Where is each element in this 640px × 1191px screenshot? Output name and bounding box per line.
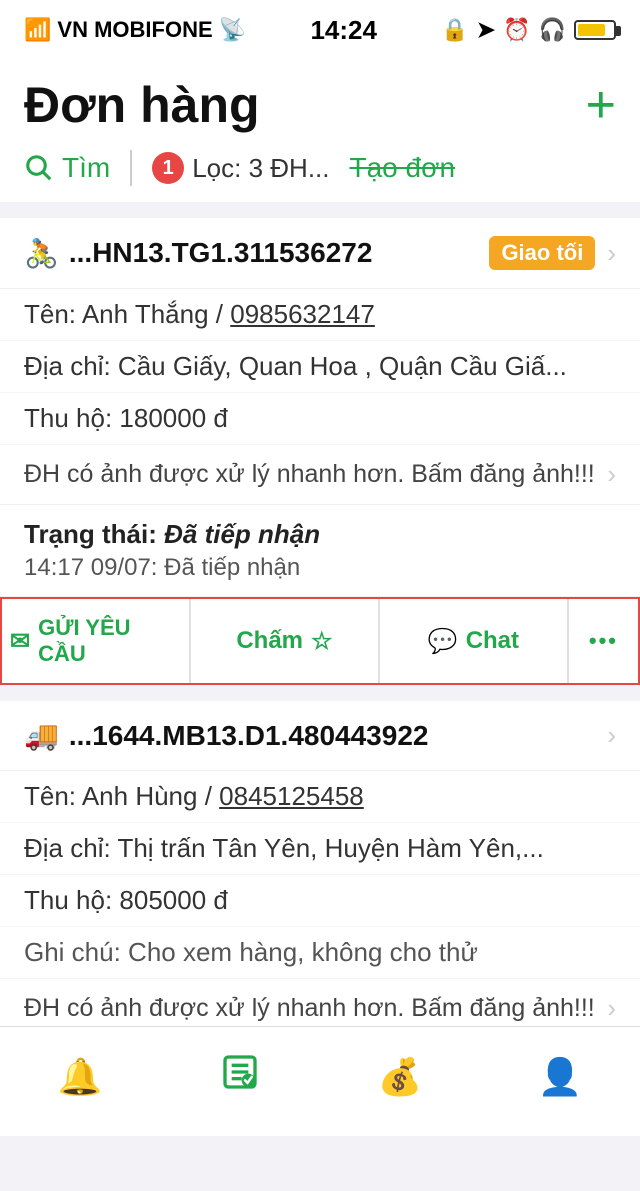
order-1-id: ...HN13.TG1.311536272	[69, 237, 490, 269]
tab-profile[interactable]: 👤	[480, 1056, 640, 1108]
tab-bar: 🔔 💰 👤	[0, 1026, 640, 1136]
more-dots-label: •••	[589, 628, 618, 654]
order-2-address: Địa chỉ: Thị trấn Tân Yên, Huyện Hàm Yên…	[0, 823, 640, 875]
header-divider	[130, 150, 132, 186]
money-icon: 💰	[378, 1056, 423, 1098]
carrier-info: 📶 VN MOBIFONE 📡	[24, 17, 246, 43]
search-button[interactable]: Tìm	[24, 152, 110, 184]
person-icon: 👤	[538, 1056, 583, 1098]
more-button[interactable]: •••	[568, 599, 638, 683]
filter-label: Lọc: 3 ĐH...	[192, 153, 329, 184]
order-card-2: 🚚 ...1644.MB13.D1.480443922 › Tên: Anh H…	[0, 701, 640, 1039]
order-1-vehicle-icon: 🚴	[24, 237, 59, 270]
order-2-note: Ghi chú: Cho xem hàng, không cho thử	[0, 927, 640, 979]
orders-list: 🚴 ...HN13.TG1.311536272 Giao tối › Tên: …	[0, 202, 640, 1071]
order-1-chevron-icon: ›	[607, 238, 616, 269]
tab-notifications[interactable]: 🔔	[0, 1056, 160, 1108]
page-title: Đơn hàng	[24, 76, 260, 134]
order-2-vehicle-icon: 🚚	[24, 719, 59, 752]
chat-label: Chat	[466, 627, 519, 655]
time-display: 14:24	[310, 15, 377, 46]
chat-button[interactable]: 💬 Chat	[379, 599, 568, 683]
orders-icon	[220, 1052, 260, 1101]
signal-icon: 📶	[24, 17, 51, 43]
status-icons: 🔒 ➤ ⏰ 🎧	[441, 17, 616, 43]
order-1-action-bar: ✉ GỬI YÊU CẦU Chấm ☆ 💬 Chat •••	[0, 597, 640, 685]
carrier-name: VN MOBIFONE	[57, 17, 212, 43]
filter-button[interactable]: 1 Lọc: 3 ĐH...	[152, 152, 329, 184]
alarm-icon: ⏰	[503, 17, 530, 43]
image-prompt-chevron-icon: ›	[607, 459, 616, 490]
order-1-header[interactable]: 🚴 ...HN13.TG1.311536272 Giao tối ›	[0, 218, 640, 289]
envelope-icon: ✉	[10, 627, 30, 656]
search-label: Tìm	[62, 152, 110, 184]
star-icon: ☆	[311, 627, 333, 656]
tab-orders[interactable]	[160, 1052, 320, 1111]
chat-icon: 💬	[428, 627, 458, 656]
send-request-label: GỬI YÊU CẦU	[38, 615, 181, 667]
order-1-image-prompt[interactable]: ĐH có ảnh được xử lý nhanh hơn. Bấm đăng…	[0, 445, 640, 505]
cham-label: Chấm	[236, 627, 303, 655]
wifi-icon: 📡	[219, 17, 246, 43]
search-icon	[24, 153, 54, 183]
headphone-icon: 🎧	[539, 17, 566, 43]
order-2-collection: Thu hộ: 805000 đ	[0, 875, 640, 927]
order-1-status-badge: Giao tối	[489, 236, 595, 270]
order-card-1: 🚴 ...HN13.TG1.311536272 Giao tối › Tên: …	[0, 218, 640, 685]
order-2-phone[interactable]: 0845125458	[219, 781, 364, 811]
order-1-status-section: Trạng thái: Đã tiếp nhận 14:17 09/07: Đã…	[0, 505, 640, 597]
order-1-collection: Thu hộ: 180000 đ	[0, 393, 640, 445]
tab-finance[interactable]: 💰	[320, 1056, 480, 1108]
order-1-address: Địa chỉ: Cầu Giấy, Quan Hoa , Quận Cầu G…	[0, 341, 640, 393]
status-bar: 📶 VN MOBIFONE 📡 14:24 🔒 ➤ ⏰ 🎧	[0, 0, 640, 60]
order-1-name-phone: Tên: Anh Thắng / 0985632147	[0, 289, 640, 341]
order-2-chevron-icon: ›	[607, 720, 616, 751]
bell-icon: 🔔	[58, 1056, 103, 1098]
order-2-id: ...1644.MB13.D1.480443922	[69, 720, 607, 752]
lock-icon: 🔒	[441, 17, 468, 43]
order-2-image-chevron-icon: ›	[607, 993, 616, 1024]
filter-badge: 1	[152, 152, 184, 184]
send-request-button[interactable]: ✉ GỬI YÊU CẦU	[2, 599, 190, 683]
order-1-status-time: 14:17 09/07: Đã tiếp nhận	[24, 554, 616, 582]
add-order-button[interactable]: +	[586, 79, 616, 131]
order-1-status-label: Trạng thái: Đã tiếp nhận	[24, 519, 616, 550]
order-1-phone[interactable]: 0985632147	[230, 299, 375, 329]
create-order-button[interactable]: Tạo đơn	[350, 152, 456, 184]
battery-icon	[574, 20, 616, 40]
page-header: Đơn hàng + Tìm 1 Lọc: 3 ĐH... Tạo đơn	[0, 60, 640, 202]
cham-button[interactable]: Chấm ☆	[190, 599, 379, 683]
order-2-name-phone: Tên: Anh Hùng / 0845125458	[0, 771, 640, 823]
location-icon: ➤	[477, 17, 495, 43]
order-2-header[interactable]: 🚚 ...1644.MB13.D1.480443922 ›	[0, 701, 640, 771]
